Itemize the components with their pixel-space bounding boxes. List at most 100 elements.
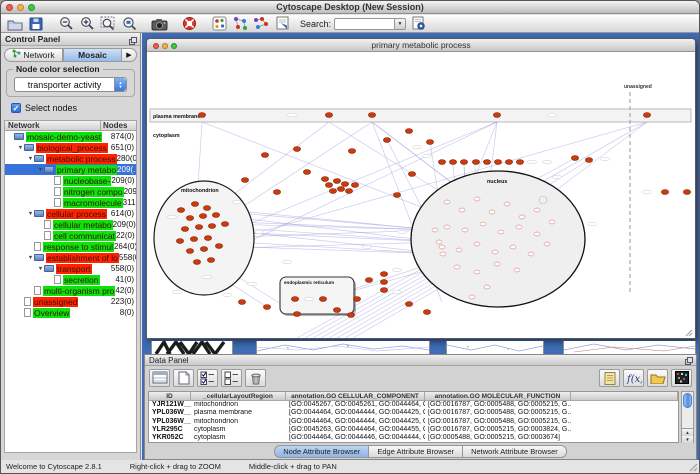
search-dropdown-icon[interactable]: ▼ — [394, 18, 406, 30]
minimize-icon[interactable] — [17, 4, 24, 11]
table-column-header[interactable]: ID — [149, 392, 191, 401]
float-panel-icon[interactable] — [685, 357, 693, 365]
unselect-attributes-icon[interactable] — [221, 369, 242, 387]
network-node[interactable] — [333, 308, 340, 313]
network-node[interactable] — [534, 232, 540, 236]
network-node[interactable] — [510, 245, 516, 249]
net-zoom-icon[interactable] — [171, 43, 177, 49]
close-icon[interactable] — [6, 4, 13, 11]
save-icon[interactable] — [27, 16, 45, 31]
expander-open-icon[interactable]: ▼ — [37, 266, 44, 272]
network-node[interactable] — [426, 140, 433, 145]
network-node[interactable] — [321, 177, 328, 182]
network-node[interactable] — [273, 190, 280, 195]
network-node[interactable] — [380, 280, 387, 285]
network-tree[interactable]: mosaic-demo-yeast874(0)▼biological_proce… — [4, 131, 137, 453]
network-node[interactable] — [319, 297, 326, 302]
expander-open-icon[interactable]: ▼ — [27, 255, 34, 261]
table-row[interactable]: YLR295Ccytoplasm[GO:0045263, GO:0044464,… — [149, 426, 678, 434]
tab-network[interactable]: Network — [4, 48, 63, 62]
delete-attribute-icon[interactable] — [245, 369, 266, 387]
network-node[interactable] — [516, 225, 522, 229]
network-node[interactable] — [643, 113, 650, 118]
network-node[interactable] — [212, 213, 219, 218]
network-node[interactable] — [368, 113, 375, 118]
network-node[interactable] — [432, 228, 438, 232]
zoom-out-icon[interactable] — [57, 16, 75, 31]
help-lifebuoy-icon[interactable] — [180, 16, 198, 31]
network-node[interactable] — [438, 160, 445, 165]
network-node[interactable] — [549, 220, 555, 224]
table-column-header[interactable]: annotation.GO CELLULAR_COMPONENT — [286, 392, 425, 401]
network-node[interactable] — [190, 237, 197, 242]
network-node[interactable] — [333, 179, 340, 184]
tree-row[interactable]: response to stimul264(0) — [5, 241, 136, 252]
network-node[interactable] — [380, 272, 387, 277]
network-node[interactable] — [241, 178, 248, 183]
network-node[interactable] — [177, 208, 184, 213]
layout-network-a-icon[interactable] — [231, 16, 249, 31]
attribute-table[interactable]: ID_cellularLayoutRegionannotation.GO CEL… — [148, 391, 679, 443]
tree-row[interactable]: ▼transport558(0) — [5, 263, 136, 274]
network-node[interactable] — [489, 210, 495, 214]
snapshot-icon[interactable] — [150, 16, 168, 31]
network-node[interactable] — [238, 300, 245, 305]
scroll-up-icon[interactable]: ▲ — [682, 429, 693, 436]
open-icon[interactable] — [6, 16, 24, 31]
net-close-icon[interactable] — [153, 43, 159, 49]
network-node[interactable] — [380, 288, 387, 293]
network-node[interactable] — [484, 285, 490, 289]
tree-row[interactable]: macromolecule311(0) — [5, 197, 136, 208]
network-node[interactable] — [474, 270, 480, 274]
new-attribute-icon[interactable] — [173, 369, 194, 387]
network-node[interactable] — [504, 202, 510, 206]
network-node[interactable] — [351, 183, 358, 188]
tab-node-attribute-browser[interactable]: Node Attribute Browser — [274, 445, 369, 458]
network-view-window[interactable]: primary metabolic process plasma membran… — [146, 38, 696, 339]
network-node[interactable] — [203, 206, 210, 211]
network-node[interactable] — [454, 265, 460, 269]
tree-row[interactable]: ▼biological_process651(0) — [5, 142, 136, 153]
network-node[interactable] — [393, 193, 400, 198]
select-nodes-checkbox[interactable]: ✓ — [11, 103, 21, 113]
network-node[interactable] — [449, 160, 456, 165]
network-node[interactable] — [347, 313, 354, 318]
tree-row[interactable]: secretion41(0) — [5, 274, 136, 285]
table-row[interactable]: YJR121W__1mitochondrion[GO:0045267, GO:0… — [149, 401, 678, 409]
network-node[interactable] — [439, 245, 445, 249]
network-node[interactable] — [207, 258, 214, 263]
network-node[interactable] — [303, 170, 310, 175]
network-node[interactable] — [460, 160, 467, 165]
table-scrollbar[interactable]: ▲ ▼ — [681, 391, 694, 443]
tree-column-nodes[interactable]: Nodes — [100, 121, 136, 130]
network-node[interactable] — [408, 172, 415, 177]
network-node[interactable] — [493, 113, 500, 118]
network-node[interactable] — [329, 189, 336, 194]
expander-open-icon[interactable]: ▼ — [17, 145, 24, 151]
function-builder-icon[interactable]: f(x) — [623, 369, 644, 387]
network-node[interactable] — [519, 215, 525, 219]
network-node[interactable] — [469, 295, 475, 299]
tree-row[interactable]: multi-organism pro42(0) — [5, 285, 136, 296]
network-node[interactable] — [195, 225, 202, 230]
scrollbar-thumb[interactable] — [683, 393, 692, 408]
import-attributes-icon[interactable] — [647, 369, 668, 387]
network-node[interactable] — [492, 250, 498, 254]
network-node[interactable] — [383, 138, 390, 143]
table-column-header[interactable]: _cellularLayoutRegion — [191, 392, 286, 401]
network-node[interactable] — [456, 248, 462, 252]
network-node[interactable] — [494, 160, 501, 165]
network-node[interactable] — [208, 224, 215, 229]
node-color-dropdown[interactable]: transporter activity ▲▼ — [14, 77, 127, 92]
network-node[interactable] — [293, 312, 300, 317]
network-node[interactable] — [494, 262, 500, 266]
layout-network-b-icon[interactable] — [252, 16, 270, 31]
network-node[interactable] — [544, 242, 550, 246]
network-node[interactable] — [534, 208, 540, 212]
network-node[interactable] — [472, 160, 479, 165]
network-node[interactable] — [353, 297, 360, 302]
network-node[interactable] — [483, 160, 490, 165]
import-annotation-icon[interactable] — [273, 16, 291, 31]
network-node[interactable] — [176, 239, 183, 244]
network-node[interactable] — [215, 244, 222, 249]
